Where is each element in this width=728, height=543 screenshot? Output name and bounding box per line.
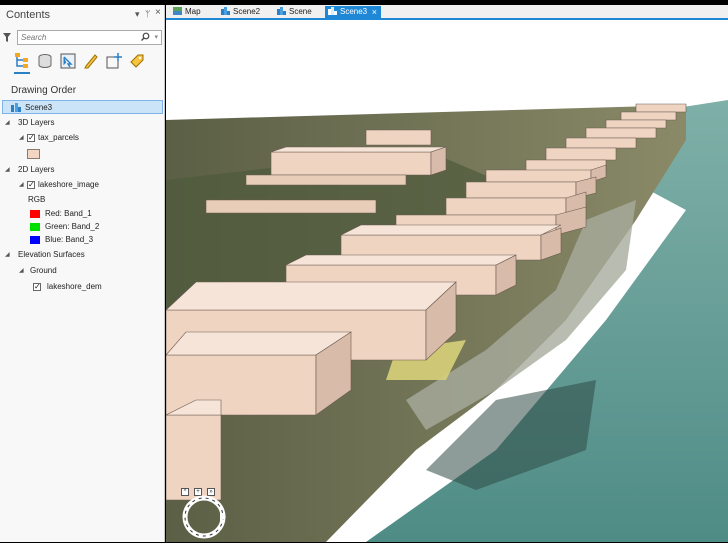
list-by-editing-icon[interactable] — [83, 53, 99, 71]
layer-visibility-checkbox[interactable] — [27, 178, 35, 192]
close-tab-icon[interactable]: × — [372, 6, 377, 18]
view-tab-bar: Map Scene2 Scene Scene3 × — [166, 5, 728, 20]
scene-icon — [11, 102, 21, 117]
tab-map[interactable]: Map — [170, 6, 218, 19]
tree-group-label: Elevation Surfaces — [18, 250, 85, 259]
search-options-chevron-icon[interactable]: ▾ — [154, 33, 158, 41]
tree-layer-label: lakeshore_dem — [47, 282, 102, 291]
tree-group-label: 2D Layers — [18, 165, 55, 174]
list-by-snapping-icon[interactable] — [106, 53, 122, 71]
expand-triangle-icon[interactable]: ◢ — [5, 248, 10, 262]
tree-layer-lakeshore-dem[interactable]: lakeshore_dem — [0, 280, 164, 294]
tree-group-label: 3D Layers — [18, 118, 55, 127]
green-band-swatch[interactable] — [30, 223, 40, 231]
parcel-symbol-swatch[interactable] — [27, 149, 40, 159]
layer-visibility-checkbox[interactable] — [33, 280, 41, 294]
band-label: Green: Band_2 — [45, 222, 100, 231]
band-row-green[interactable]: Green: Band_2 — [0, 220, 164, 234]
tree-item-scene3[interactable]: Scene3 — [2, 100, 163, 114]
band-row-red[interactable]: Red: Band_1 — [0, 207, 164, 221]
tree-group-elevation-surfaces[interactable]: ◢ Elevation Surfaces — [0, 248, 164, 262]
pin-icon[interactable]: ᛘ — [145, 9, 150, 19]
list-by-drawing-order-icon[interactable] — [14, 53, 30, 74]
search-input[interactable] — [18, 31, 139, 44]
blue-band-swatch[interactable] — [30, 236, 40, 244]
map-icon — [173, 7, 182, 15]
scene-view[interactable]: ^ + » — [166, 20, 728, 542]
close-pane-icon[interactable]: × — [155, 7, 161, 18]
contents-pane: Contents ▾ ᛘ × ▾ Drawing Order — [0, 5, 165, 542]
tree-surface-ground[interactable]: ◢ Ground — [0, 264, 164, 278]
tab-label: Scene3 — [340, 7, 368, 16]
drawing-order-heading: Drawing Order — [11, 85, 77, 96]
band-label: Red: Band_1 — [45, 209, 92, 218]
filter-icon[interactable] — [3, 33, 11, 44]
search-icon[interactable] — [141, 32, 150, 43]
layer-visibility-checkbox[interactable] — [27, 131, 35, 145]
scene-icon — [277, 7, 286, 15]
tab-label: Map — [185, 7, 201, 16]
scene-icon — [221, 7, 230, 15]
tab-scene2[interactable]: Scene2 — [218, 6, 274, 19]
expand-triangle-icon[interactable]: ◢ — [5, 163, 10, 177]
list-by-labeling-icon[interactable] — [129, 53, 145, 71]
expand-triangle-icon[interactable]: ◢ — [19, 131, 24, 145]
rgb-label: RGB — [28, 195, 46, 204]
tree-layer-tax-parcels[interactable]: ◢ tax_parcels — [0, 131, 164, 145]
expand-triangle-icon[interactable]: ◢ — [19, 178, 24, 192]
tree-layer-label: tax_parcels — [38, 133, 79, 142]
tab-scene[interactable]: Scene — [274, 6, 324, 19]
tree-item-label: Scene3 — [25, 103, 53, 112]
contents-toolbar — [14, 53, 145, 74]
list-by-selection-icon[interactable] — [60, 53, 76, 71]
tree-layer-label: lakeshore_image — [38, 180, 99, 189]
tree-surface-label: Ground — [30, 266, 57, 275]
tree-group-3d-layers[interactable]: ◢ 3D Layers — [0, 116, 164, 130]
tab-label: Scene — [289, 7, 312, 16]
pane-menu-icon[interactable]: ▾ — [135, 9, 140, 20]
search-box[interactable]: ▾ — [17, 30, 162, 45]
tab-scene3[interactable]: Scene3 × — [325, 6, 381, 19]
expand-triangle-icon[interactable]: ◢ — [5, 116, 10, 130]
scene-3d-canvas[interactable] — [166, 20, 728, 542]
tab-label: Scene2 — [233, 7, 261, 16]
tree-group-2d-layers[interactable]: ◢ 2D Layers — [0, 163, 164, 177]
contents-title: Contents — [6, 9, 51, 21]
tree-layer-lakeshore-image[interactable]: ◢ lakeshore_image — [0, 178, 164, 192]
list-by-data-source-icon[interactable] — [37, 53, 53, 71]
rgb-label-row: RGB — [0, 193, 164, 207]
red-band-swatch[interactable] — [30, 210, 40, 218]
scene-icon — [328, 7, 337, 15]
band-label: Blue: Band_3 — [45, 235, 94, 244]
band-row-blue[interactable]: Blue: Band_3 — [0, 233, 164, 247]
navigator-ring-icon[interactable] — [180, 493, 228, 541]
expand-triangle-icon[interactable]: ◢ — [19, 264, 24, 278]
